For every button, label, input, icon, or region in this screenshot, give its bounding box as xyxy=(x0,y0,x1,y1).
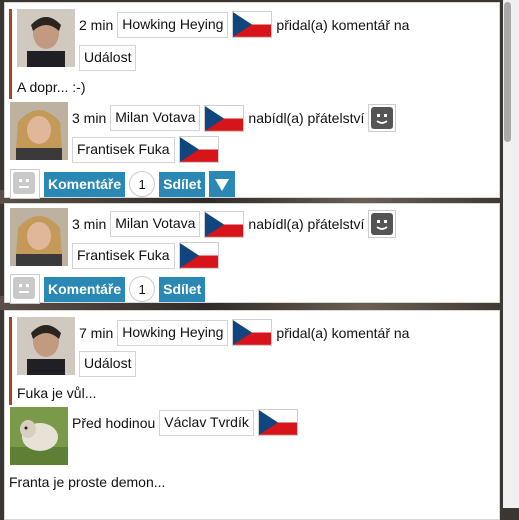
author-link[interactable]: Václav Tvrdík xyxy=(159,409,254,436)
author-link[interactable]: Howking Heying xyxy=(117,319,229,346)
reply-text: Franta je proste demon... xyxy=(9,474,166,490)
czech-flag-icon xyxy=(204,210,245,238)
avatar-milan[interactable] xyxy=(10,208,68,266)
action-text: nabídl(a) přátelství xyxy=(248,110,365,126)
author-link[interactable]: Howking Heying xyxy=(117,11,229,38)
comments-button[interactable]: Komentáře xyxy=(44,276,126,302)
comment-text: Fuka je vůl... xyxy=(17,385,97,401)
neutral-face-icon[interactable] xyxy=(10,169,40,199)
target-link[interactable]: Událost xyxy=(79,351,137,377)
reply-time: Před hodinou xyxy=(72,414,156,431)
feed-card: 7 min Howking Heying přidal(a) komentář … xyxy=(4,310,500,520)
avatar-howking[interactable] xyxy=(17,317,75,375)
comment-indicator-bar xyxy=(9,317,12,405)
post-time: 7 min xyxy=(79,324,114,341)
smiley-icon[interactable] xyxy=(368,104,397,132)
scrollbar-thumb[interactable] xyxy=(504,2,511,142)
comments-button[interactable]: Komentáře xyxy=(44,171,126,197)
action-text: přidal(a) komentář na xyxy=(276,324,410,341)
neutral-face-icon[interactable] xyxy=(10,274,40,304)
comment-text: A dopr... :-) xyxy=(17,79,86,95)
czech-flag-icon xyxy=(178,242,219,269)
target-link[interactable]: Frantisek Fuka xyxy=(72,242,175,269)
post-time: 3 min xyxy=(72,110,107,126)
target-link[interactable]: Frantisek Fuka xyxy=(72,136,175,163)
feed-card: 3 min Milan Votava nabídl(a) přátelství … xyxy=(4,203,500,304)
feed-card: 2 min Howking Heying přidal(a) komentář … xyxy=(4,2,500,199)
avatar-vaclav[interactable] xyxy=(10,407,68,465)
post-time: 2 min xyxy=(79,16,114,33)
author-link[interactable]: Milan Votava xyxy=(110,105,201,131)
czech-flag-icon xyxy=(232,319,273,346)
expand-down-icon[interactable] xyxy=(209,171,236,197)
smiley-icon[interactable] xyxy=(368,210,397,238)
author-link[interactable]: Milan Votava xyxy=(110,211,201,237)
czech-flag-icon xyxy=(178,136,219,163)
czech-flag-icon xyxy=(232,11,273,38)
czech-flag-icon xyxy=(204,104,245,132)
action-text: nabídl(a) přátelství xyxy=(248,216,365,232)
comment-indicator-bar xyxy=(9,9,12,99)
avatar-howking[interactable] xyxy=(17,9,75,67)
post-time: 3 min xyxy=(72,216,107,232)
share-button[interactable]: Sdílet xyxy=(159,171,206,197)
comment-count: 1 xyxy=(129,276,156,302)
share-button[interactable]: Sdílet xyxy=(159,276,206,302)
action-text: přidal(a) komentář na xyxy=(276,16,410,33)
comment-count: 1 xyxy=(129,171,156,197)
czech-flag-icon xyxy=(257,409,298,436)
avatar-milan[interactable] xyxy=(10,102,68,160)
target-link[interactable]: Událost xyxy=(79,45,137,71)
